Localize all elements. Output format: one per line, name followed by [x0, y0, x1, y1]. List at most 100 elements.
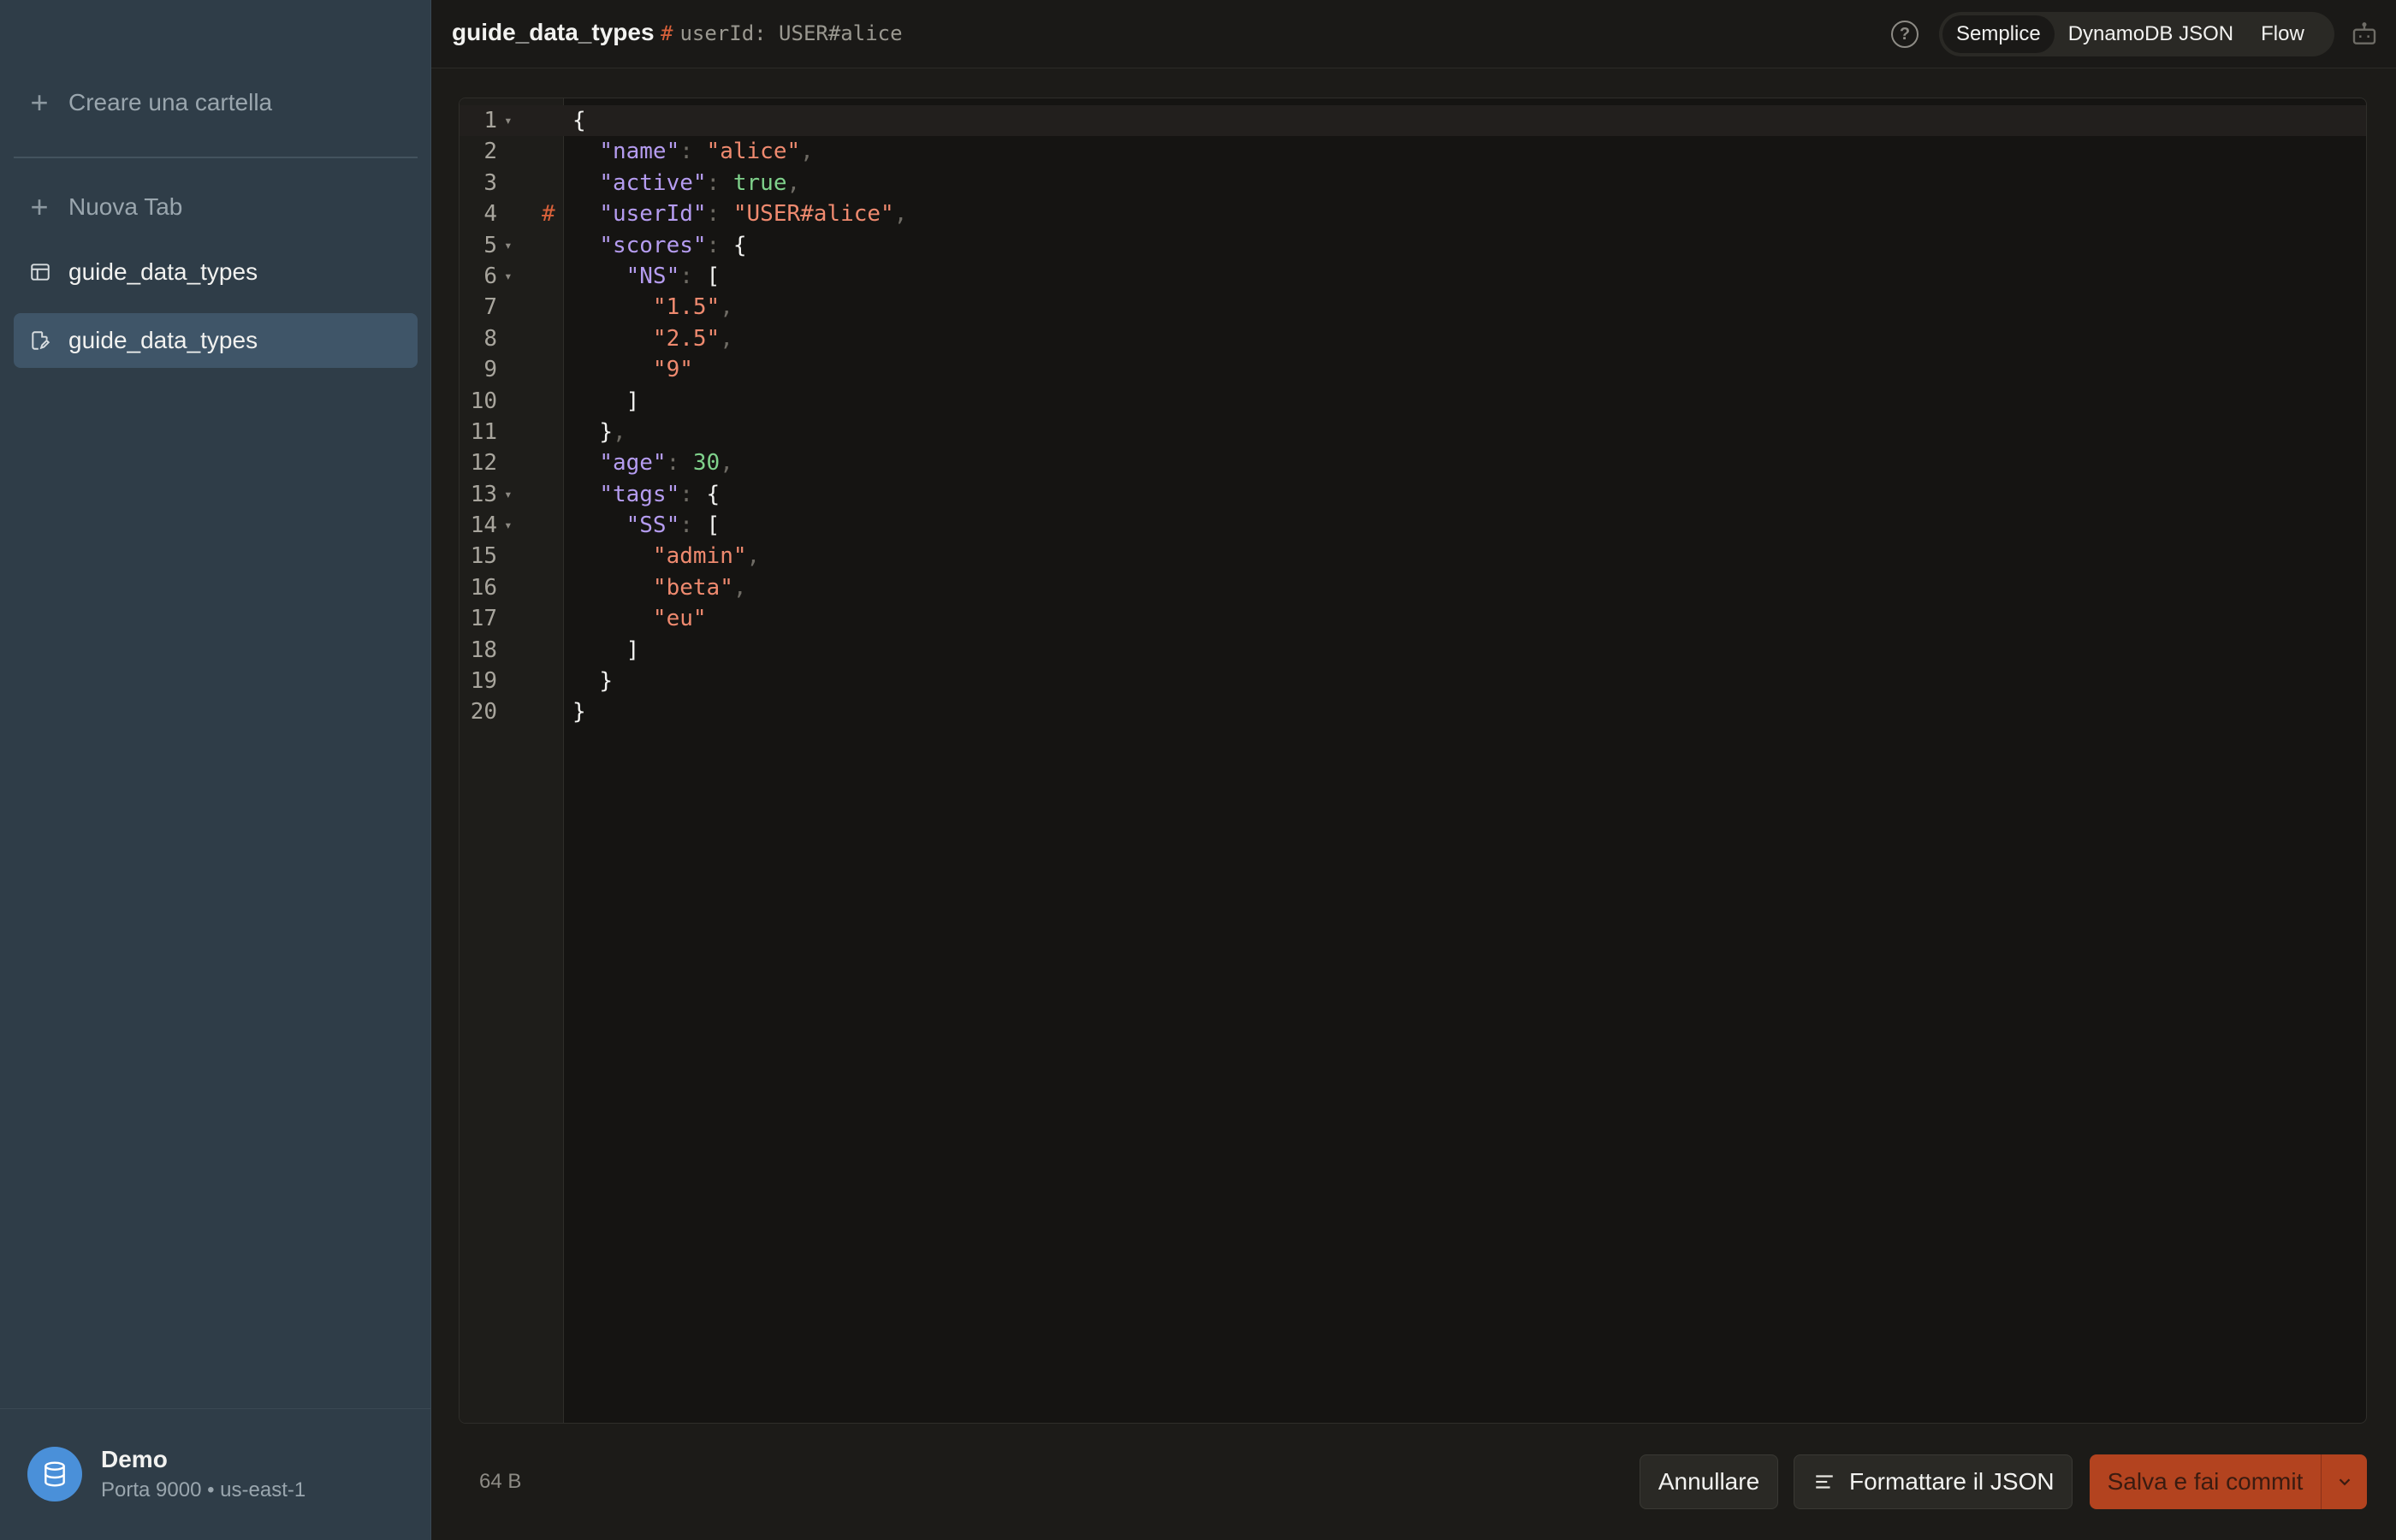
- code-text: }: [572, 696, 586, 727]
- plus-icon: +: [30, 85, 49, 120]
- code-line[interactable]: 18 ]: [460, 635, 2366, 666]
- top-bar: guide_data_types # userId: USER#alice ? S…: [431, 0, 2396, 68]
- line-number: 8: [483, 325, 497, 352]
- code-line[interactable]: 19 }: [460, 666, 2366, 696]
- sidebar-item-table[interactable]: guide_data_types: [14, 245, 418, 299]
- code-token: ,: [720, 294, 733, 321]
- view-mode-flow[interactable]: Flow: [2247, 15, 2318, 53]
- code-area[interactable]: 1 ▾ {2 "name": "alice", 3 "active": true, 4 #…: [460, 105, 2366, 728]
- code-line[interactable]: 2 "name": "alice",: [460, 136, 2366, 167]
- format-json-button[interactable]: Formattare il JSON: [1794, 1454, 2073, 1509]
- code-token: {: [572, 108, 586, 133]
- code-token: "9": [652, 357, 693, 383]
- line-number: 4: [483, 201, 497, 228]
- line-number: 6: [483, 263, 497, 289]
- line-number: 1: [483, 108, 497, 133]
- code-line[interactable]: 10 ]: [460, 386, 2366, 417]
- code-line[interactable]: 15 "admin",: [460, 541, 2366, 572]
- fold-toggle-icon[interactable]: ▾: [504, 105, 513, 136]
- code-line[interactable]: 12 "age": 30,: [460, 447, 2366, 478]
- line-number: 2: [483, 139, 497, 165]
- fold-toggle-icon[interactable]: ▾: [504, 479, 513, 510]
- new-tab-button[interactable]: + Nuova Tab: [29, 190, 182, 224]
- code-token: ,: [746, 543, 761, 570]
- code-token: :: [666, 450, 693, 477]
- line-number: 10: [470, 388, 497, 414]
- item-key: # userId: USER#alice: [661, 21, 903, 45]
- code-line[interactable]: 7 "1.5",: [460, 292, 2366, 323]
- line-number: 11: [470, 418, 497, 445]
- save-commit-button[interactable]: Salva e fai commit: [2090, 1454, 2367, 1509]
- view-mode-simple[interactable]: Semplice: [1942, 15, 2055, 53]
- line-number: 15: [470, 543, 497, 570]
- code-token: :: [679, 139, 707, 165]
- cancel-button[interactable]: Annullare: [1640, 1454, 1778, 1509]
- code-line[interactable]: 5 ▾ "scores": {: [460, 230, 2366, 261]
- code-line[interactable]: 14 ▾ "SS": [: [460, 510, 2366, 541]
- code-line[interactable]: 6 ▾ "NS": [: [460, 261, 2366, 292]
- code-token: "active": [599, 169, 707, 196]
- code-token: :: [679, 481, 707, 507]
- code-text: "2.5",: [572, 323, 733, 354]
- save-commit-label: Salva e fai commit: [2107, 1468, 2304, 1495]
- json-editor[interactable]: 1 ▾ {2 "name": "alice", 3 "active": true, 4 #…: [459, 98, 2367, 1424]
- user-name: Demo: [101, 1446, 168, 1472]
- fold-toggle-icon[interactable]: ▾: [504, 261, 513, 292]
- create-folder-button[interactable]: + Creare una cartella: [29, 86, 272, 120]
- code-text: ]: [572, 635, 640, 666]
- code-token: "name": [599, 139, 680, 165]
- code-text: "eu": [572, 603, 707, 634]
- fold-toggle-icon[interactable]: ▾: [504, 230, 513, 261]
- sidebar-item-label: guide_data_types: [68, 327, 258, 353]
- view-mode-dynamodb-json[interactable]: DynamoDB JSON: [2055, 15, 2247, 53]
- code-line[interactable]: 20}: [460, 696, 2366, 727]
- code-line[interactable]: 3 "active": true,: [460, 168, 2366, 198]
- database-icon: [44, 1461, 65, 1487]
- code-token: [: [706, 512, 721, 539]
- save-options-dropdown[interactable]: [2321, 1454, 2367, 1509]
- line-number: 16: [470, 574, 497, 601]
- code-line[interactable]: 17 "eu": [460, 603, 2366, 634]
- sidebar-item-document[interactable]: guide_data_types: [14, 313, 418, 368]
- code-token: ,: [732, 574, 747, 601]
- bot-icon[interactable]: [2350, 21, 2379, 48]
- code-token: ,: [720, 325, 733, 352]
- line-number: 5: [483, 232, 497, 258]
- sidebar: + Creare una cartella + Nuova Tab guide_…: [0, 0, 431, 1540]
- sidebar-divider: [14, 157, 418, 158]
- sidebar-footer-divider: [0, 1408, 431, 1409]
- code-token: 30: [692, 450, 721, 477]
- line-number: 20: [470, 699, 497, 726]
- code-text: "tags": {: [572, 479, 720, 510]
- code-line[interactable]: 8 "2.5",: [460, 323, 2366, 354]
- code-token: "tags": [599, 481, 680, 507]
- code-line[interactable]: 11 },: [460, 417, 2366, 447]
- code-token: true: [732, 169, 787, 196]
- code-line[interactable]: 1 ▾ {: [460, 105, 2366, 136]
- sidebar-item-label: guide_data_types: [68, 258, 258, 285]
- code-token: [: [706, 263, 721, 289]
- fold-toggle-icon[interactable]: ▾: [504, 510, 513, 541]
- code-text: "active": true,: [572, 168, 800, 198]
- code-line[interactable]: 16 "beta",: [460, 572, 2366, 603]
- help-icon[interactable]: ?: [1891, 21, 1919, 48]
- line-number: 7: [483, 294, 497, 321]
- connection-info[interactable]: Demo Porta 9000 • us-east-1: [27, 1446, 305, 1502]
- line-number: 17: [470, 606, 497, 632]
- code-line[interactable]: 4 # "userId": "USER#alice",: [460, 198, 2366, 229]
- code-token: "USER#alice": [732, 201, 894, 228]
- code-token: "admin": [652, 543, 747, 570]
- code-line[interactable]: 13 ▾ "tags": {: [460, 479, 2366, 510]
- code-token: ,: [720, 450, 733, 477]
- code-token: "age": [599, 450, 667, 477]
- code-line[interactable]: 9 "9": [460, 354, 2366, 385]
